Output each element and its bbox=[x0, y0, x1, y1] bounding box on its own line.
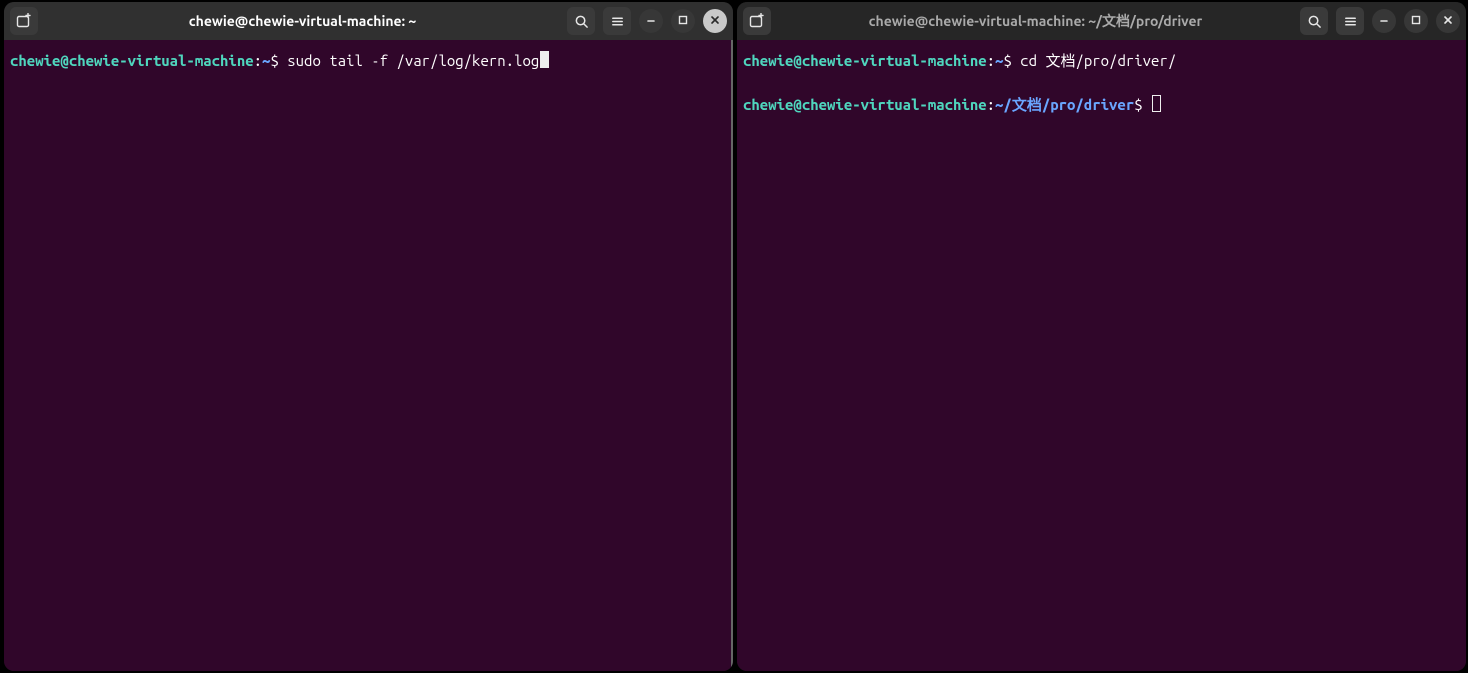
prompt-host: chewie-virtual-machine bbox=[69, 52, 254, 69]
prompt-at: @ bbox=[60, 52, 68, 69]
prompt-colon: : bbox=[987, 96, 995, 113]
titlebar-left-group bbox=[743, 7, 771, 35]
prompt-user: chewie bbox=[743, 96, 793, 113]
minimize-icon bbox=[645, 12, 657, 30]
titlebar[interactable]: chewie@chewie-virtual-machine: ~ bbox=[4, 2, 733, 40]
menu-button[interactable] bbox=[1336, 7, 1364, 35]
maximize-button[interactable] bbox=[1404, 9, 1428, 33]
menu-button[interactable] bbox=[603, 7, 631, 35]
minimize-icon bbox=[1378, 12, 1390, 30]
prompt-line-1: chewie@chewie-virtual-machine:~$ cd 文档/p… bbox=[743, 50, 1460, 72]
close-button[interactable] bbox=[703, 9, 727, 33]
window-title: chewie@chewie-virtual-machine: ~ bbox=[44, 13, 561, 29]
prompt-at: @ bbox=[793, 52, 801, 69]
close-button[interactable] bbox=[1436, 9, 1460, 33]
prompt-user: chewie bbox=[10, 52, 60, 69]
prompt-colon: : bbox=[254, 52, 262, 69]
maximize-icon bbox=[1410, 12, 1422, 30]
titlebar[interactable]: chewie@chewie-virtual-machine: ~/文档/pro/… bbox=[737, 2, 1466, 40]
new-tab-icon bbox=[16, 13, 32, 29]
prompt-dollar: $ bbox=[1134, 96, 1151, 113]
prompt-user: chewie bbox=[743, 52, 793, 69]
hamburger-icon bbox=[1343, 14, 1358, 29]
prompt-line-2: chewie@chewie-virtual-machine:~/文档/pro/d… bbox=[743, 94, 1460, 116]
titlebar-right-group bbox=[567, 7, 727, 35]
command-text: cd 文档/pro/driver/ bbox=[1020, 52, 1176, 69]
close-icon bbox=[709, 12, 721, 30]
terminal-body[interactable]: chewie@chewie-virtual-machine:~$ cd 文档/p… bbox=[737, 40, 1466, 671]
prompt-colon: : bbox=[987, 52, 995, 69]
search-icon bbox=[574, 14, 589, 29]
prompt-dollar: $ bbox=[1003, 52, 1020, 69]
prompt-path: ~/文档/pro/driver bbox=[995, 96, 1134, 113]
prompt-host: chewie-virtual-machine bbox=[802, 96, 987, 113]
new-tab-button[interactable] bbox=[743, 7, 771, 35]
titlebar-left-group bbox=[10, 7, 38, 35]
close-icon bbox=[1442, 12, 1454, 30]
text-cursor bbox=[540, 51, 549, 68]
maximize-button[interactable] bbox=[671, 9, 695, 33]
prompt-line: chewie@chewie-virtual-machine:~$ sudo ta… bbox=[10, 50, 727, 72]
prompt-at: @ bbox=[793, 96, 801, 113]
terminal-window-right: chewie@chewie-virtual-machine: ~/文档/pro/… bbox=[737, 2, 1466, 671]
titlebar-right-group bbox=[1300, 7, 1460, 35]
search-button[interactable] bbox=[1300, 7, 1328, 35]
prompt-host: chewie-virtual-machine bbox=[802, 52, 987, 69]
new-tab-icon bbox=[749, 13, 765, 29]
desktop: chewie@chewie-virtual-machine: ~ bbox=[0, 0, 1468, 673]
minimize-button[interactable] bbox=[639, 9, 663, 33]
minimize-button[interactable] bbox=[1372, 9, 1396, 33]
terminal-body[interactable]: chewie@chewie-virtual-machine:~$ sudo ta… bbox=[4, 40, 733, 671]
search-button[interactable] bbox=[567, 7, 595, 35]
new-tab-button[interactable] bbox=[10, 7, 38, 35]
window-title: chewie@chewie-virtual-machine: ~/文档/pro/… bbox=[777, 11, 1294, 31]
prompt-dollar: $ bbox=[270, 52, 287, 69]
hamburger-icon bbox=[610, 14, 625, 29]
maximize-icon bbox=[677, 12, 689, 30]
terminal-window-left: chewie@chewie-virtual-machine: ~ bbox=[4, 2, 733, 671]
text-cursor bbox=[1152, 95, 1161, 112]
search-icon bbox=[1307, 14, 1322, 29]
command-text: sudo tail -f /var/log/kern.log bbox=[287, 52, 539, 69]
